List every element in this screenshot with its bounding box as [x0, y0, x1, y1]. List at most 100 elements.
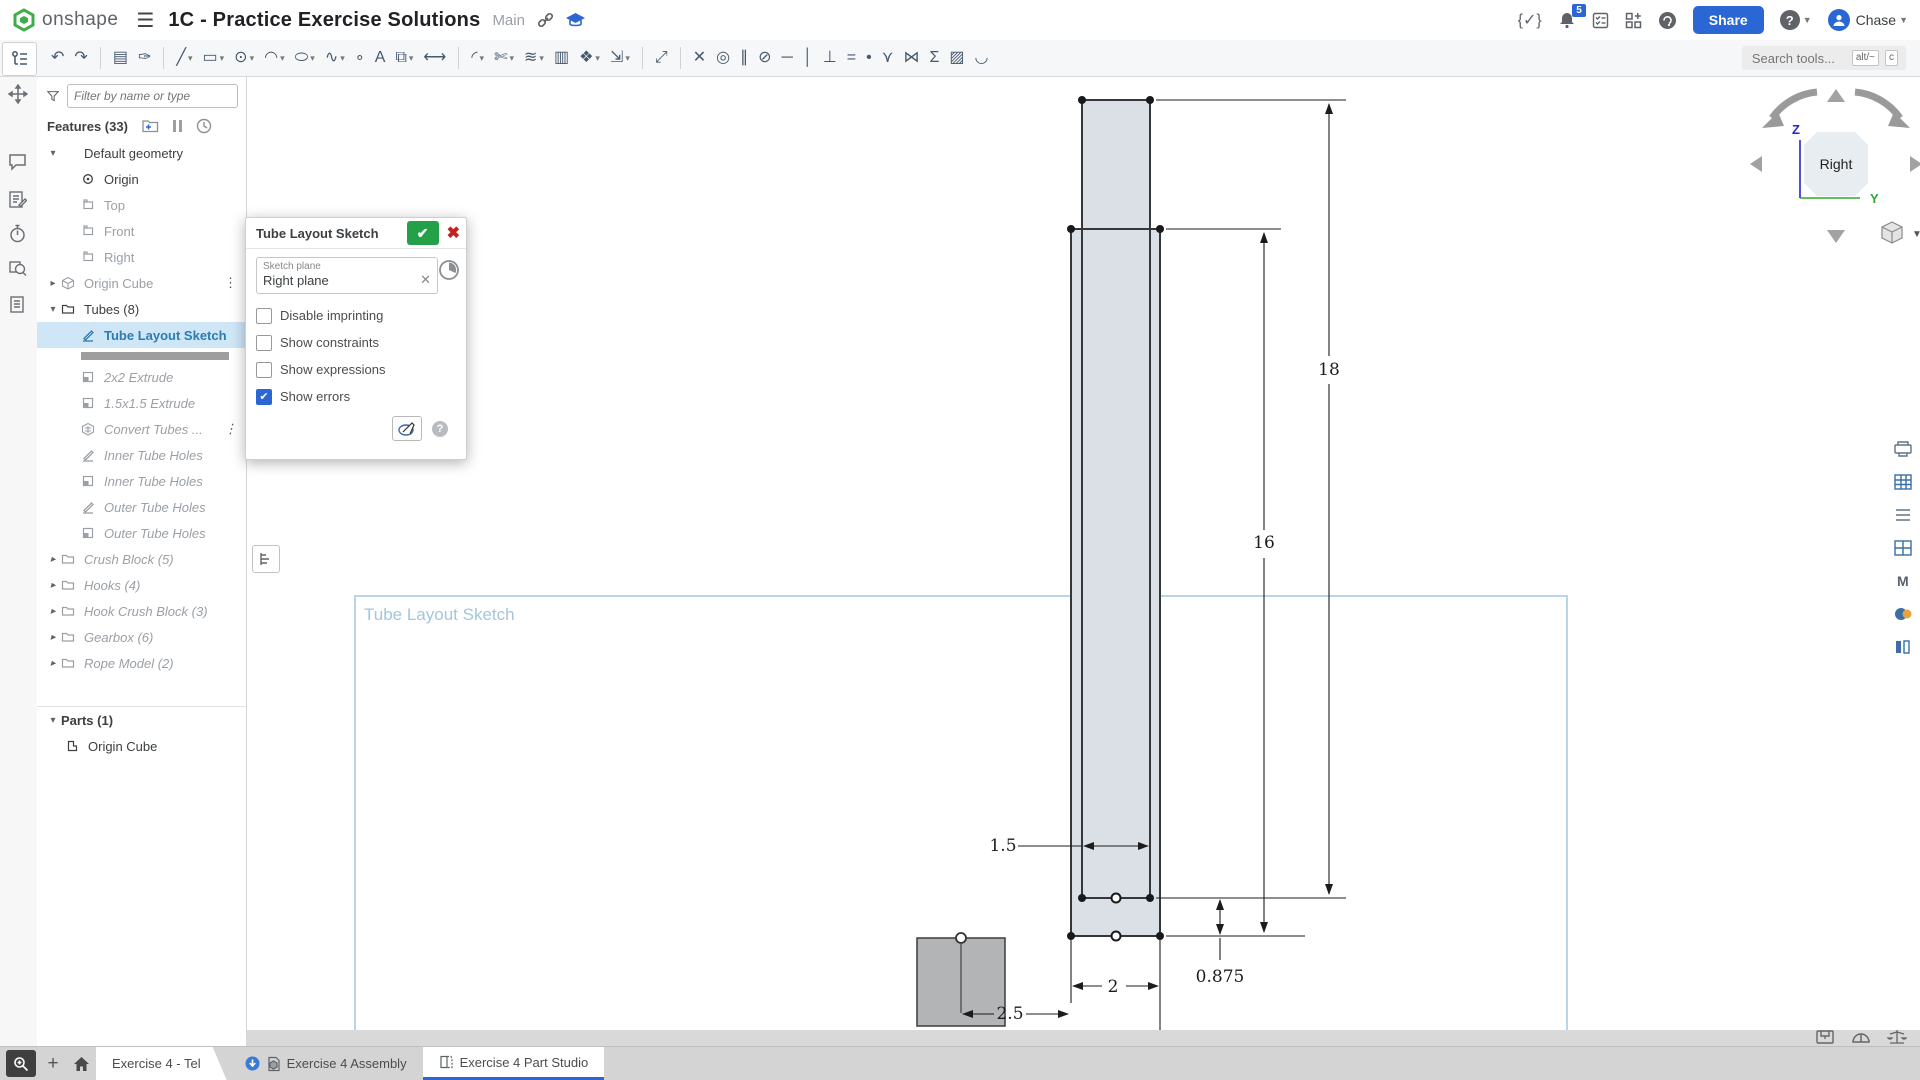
rotate-down-arrow[interactable]	[1827, 230, 1845, 243]
checkbox-checked-icon[interactable]: ✔	[256, 389, 272, 405]
redo-tool[interactable]: ↷	[70, 46, 91, 70]
canvas-feature-list-toggle[interactable]	[252, 545, 280, 573]
chevron-down-icon[interactable]: ▾	[509, 53, 514, 64]
tree-item-rope-model-2[interactable]: ▸Rope Model (2)	[37, 650, 246, 676]
onshape-logo[interactable]: onshape	[12, 8, 118, 32]
chevron-down-icon[interactable]: ▾	[340, 53, 345, 64]
clear-selection-icon[interactable]: ✕	[420, 272, 431, 288]
drag-handle-icon[interactable]: ⋮	[224, 275, 236, 291]
point-tool[interactable]: ∘	[351, 46, 369, 70]
coincident-tool[interactable]: ✕	[689, 46, 710, 70]
suppress-pause-icon[interactable]	[173, 120, 182, 132]
corner-rectangle-tool[interactable]: ▭▾	[199, 46, 229, 70]
chevron-right-icon[interactable]: ▸	[45, 278, 61, 289]
deferred-clock-icon[interactable]	[438, 259, 460, 286]
material-icon[interactable]: M	[1892, 570, 1914, 592]
chevron-down-icon[interactable]: ▾	[220, 53, 225, 64]
rollback-bar[interactable]	[37, 348, 246, 364]
insert-document-tool[interactable]: ▤	[109, 46, 132, 70]
normal-tool[interactable]: ⋎	[878, 46, 898, 70]
center-point-circle-tool[interactable]: ⊙▾	[230, 46, 258, 70]
symmetric-tool[interactable]: ⋈	[899, 46, 923, 70]
tree-item-top[interactable]: Top	[37, 192, 246, 218]
tree-item-2x2-extrude[interactable]: 2x2 Extrude	[37, 364, 246, 390]
tree-item-default-geometry[interactable]: ▾Default geometry	[37, 140, 246, 166]
rollback-clock-icon[interactable]	[196, 118, 212, 134]
expression-tool[interactable]: Σ	[925, 46, 943, 70]
tree-item-origin-cube[interactable]: ▸Origin Cube⋮	[37, 270, 246, 296]
tree-item-outer-tube-holes[interactable]: Outer Tube Holes	[37, 520, 246, 546]
stopwatch-icon[interactable]	[8, 224, 30, 246]
tasks-checklist-icon[interactable]	[1592, 12, 1609, 29]
circular-pattern-tool[interactable]: ❖▾	[575, 46, 604, 70]
chevron-right-icon[interactable]: ▸	[45, 580, 61, 591]
plotter-icon[interactable]	[1892, 438, 1914, 460]
search-tools-box[interactable]: alt/~ c	[1742, 46, 1906, 70]
chevron-down-icon[interactable]: ▾	[45, 304, 61, 315]
comments-icon[interactable]	[8, 153, 30, 175]
tab-exercise-4-assembly[interactable]: Exercise 4 Assembly	[229, 1047, 423, 1080]
document-outline-icon[interactable]	[8, 295, 30, 317]
tree-item-crush-block-5[interactable]: ▸Crush Block (5)	[37, 546, 246, 572]
spline-tool[interactable]: ∿▾	[321, 46, 349, 70]
checkbox-show-errors[interactable]: ✔Show errors	[256, 383, 456, 410]
model-canvas[interactable]	[246, 76, 1920, 1047]
parallel-tool[interactable]: ∥	[736, 46, 752, 70]
chevron-down-icon[interactable]: ▾	[539, 53, 544, 64]
branch-label[interactable]: Main	[492, 12, 525, 29]
tree-item-hook-crush-block-3[interactable]: ▸Hook Crush Block (3)	[37, 598, 246, 624]
drag-handle-icon[interactable]: ⋮	[224, 421, 236, 437]
trim-tool[interactable]: ✄▾	[490, 46, 518, 70]
tree-item-inner-tube-holes[interactable]: Inner Tube Holes	[37, 442, 246, 468]
checkbox-unchecked-icon[interactable]: ✔	[256, 335, 272, 351]
columns-icon[interactable]	[1892, 636, 1914, 658]
tree-item-hooks-4[interactable]: ▸Hooks (4)	[37, 572, 246, 598]
midpoint-tool[interactable]: •	[862, 46, 876, 70]
appearance-icon[interactable]	[1892, 603, 1914, 625]
chevron-down-icon[interactable]: ▾	[280, 53, 285, 64]
dimension-tool[interactable]: ⟷	[419, 46, 450, 70]
tree-item-origin[interactable]: Origin	[37, 166, 246, 192]
model-search-icon[interactable]	[8, 258, 30, 280]
curvature-tool[interactable]: ◡	[970, 46, 992, 70]
checkbox-unchecked-icon[interactable]: ✔	[256, 362, 272, 378]
chevron-right-icon[interactable]: ▸	[45, 554, 61, 565]
dialog-help-icon[interactable]: ?	[432, 421, 448, 437]
style-tool[interactable]: ✑	[134, 46, 155, 70]
dome-icon[interactable]	[1850, 1028, 1872, 1046]
tree-item-inner-tube-holes[interactable]: Inner Tube Holes	[37, 468, 246, 494]
checkbox-show-expressions[interactable]: ✔Show expressions	[256, 356, 456, 383]
vertical-tool[interactable]: │	[799, 46, 817, 70]
learning-center-icon[interactable]	[1658, 11, 1677, 30]
account-menu[interactable]: Chase ▼	[1828, 9, 1908, 31]
versions-check-icon[interactable]: {✓}	[1518, 10, 1542, 30]
chevron-down-icon[interactable]: ▾	[310, 53, 315, 64]
sketch-dialog-icon[interactable]	[392, 416, 422, 441]
offset-tool[interactable]: ≋▾	[520, 46, 548, 70]
new-tab-button[interactable]: +	[40, 1047, 66, 1080]
tree-item-gearbox-6[interactable]: ▸Gearbox (6)	[37, 624, 246, 650]
fix-tool[interactable]: ▨	[945, 46, 968, 70]
new-folder-icon[interactable]	[142, 119, 159, 133]
concentric-tool[interactable]: ◎	[712, 46, 734, 70]
tab-exercise-4-part-studio[interactable]: Exercise 4 Part Studio	[423, 1047, 605, 1080]
view-options-cube-icon[interactable]: ▼	[1882, 222, 1920, 243]
transform-tool[interactable]: ⤢	[651, 46, 672, 70]
chevron-down-icon[interactable]: ▾	[409, 53, 414, 64]
checkbox-unchecked-icon[interactable]: ✔	[256, 308, 272, 324]
scale-balance-icon[interactable]	[1886, 1028, 1908, 1046]
filter-funnel-icon[interactable]	[47, 89, 59, 104]
home-tab-icon[interactable]	[66, 1047, 96, 1080]
table-grid-icon[interactable]	[1892, 471, 1914, 493]
chevron-down-icon[interactable]: ▾	[625, 53, 630, 64]
printer-3d-icon[interactable]	[1814, 1028, 1836, 1046]
checkbox-show-constraints[interactable]: ✔Show constraints	[256, 329, 456, 356]
tree-item-outer-tube-holes[interactable]: Outer Tube Holes	[37, 494, 246, 520]
tree-item-right[interactable]: Right	[37, 244, 246, 270]
line-tool[interactable]: ╱▾	[172, 46, 196, 70]
window-panes-icon[interactable]	[1892, 537, 1914, 559]
cancel-button[interactable]: ✖	[447, 223, 460, 243]
chevron-down-icon[interactable]: ▾	[45, 148, 61, 159]
three-point-arc-tool[interactable]: ◠▾	[260, 46, 289, 70]
rotate-left-arrow[interactable]	[1750, 156, 1762, 172]
